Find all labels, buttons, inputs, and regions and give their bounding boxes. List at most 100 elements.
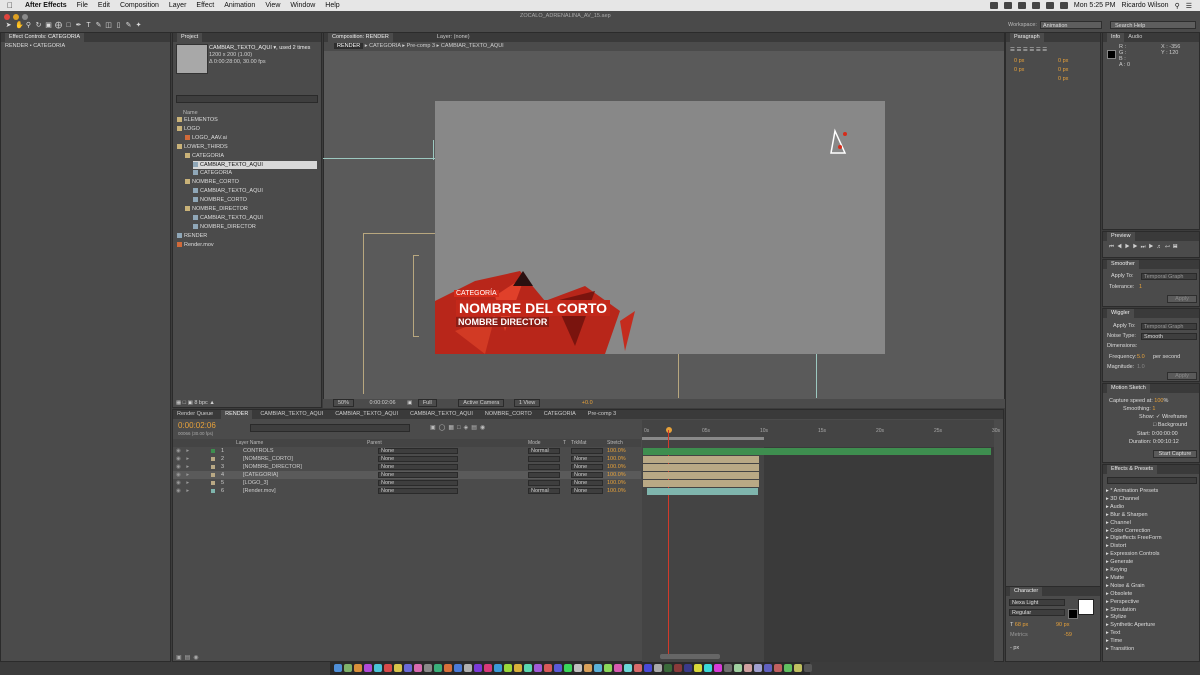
leading-value[interactable]: 90 px: [1056, 622, 1069, 628]
effect-category[interactable]: ▸ Obsolete: [1106, 590, 1132, 598]
project-search-input[interactable]: [176, 95, 318, 103]
effect-category[interactable]: ▸ Channel: [1106, 519, 1131, 527]
timeline-tab[interactable]: Pre-comp 3: [584, 410, 620, 419]
mode-select[interactable]: [528, 480, 560, 486]
dock-app-icon[interactable]: [524, 664, 532, 672]
tab-preview[interactable]: Preview: [1107, 232, 1135, 241]
menu-layer[interactable]: Layer: [164, 2, 192, 9]
dock-app-icon[interactable]: [604, 664, 612, 672]
visibility-icon[interactable]: ◉ ▸: [176, 463, 191, 471]
wireframe-checkbox[interactable]: ✓: [1156, 414, 1161, 420]
trkmat-select[interactable]: None: [571, 456, 603, 462]
effect-category[interactable]: ▸ * Animation Presets: [1106, 487, 1158, 495]
zoom-slider[interactable]: [660, 654, 720, 659]
table-row[interactable]: ◉ ▸ 4 [CATEGORIA] None None 100.0%: [173, 471, 641, 479]
shape-tool-icon[interactable]: □: [65, 22, 72, 29]
dock-app-icon[interactable]: [644, 664, 652, 672]
layer-name[interactable]: [LOGO_3]: [243, 479, 268, 487]
eraser-tool-icon[interactable]: ▯: [115, 22, 122, 29]
folder-icon[interactable]: □: [183, 400, 186, 406]
dock-app-icon[interactable]: [424, 664, 432, 672]
dock-app-icon[interactable]: [554, 664, 562, 672]
col-layer-name[interactable]: Layer Name: [236, 439, 263, 447]
dock-app-icon[interactable]: [484, 664, 492, 672]
timeline-tab[interactable]: CAMBIAR_TEXTO_AQUI: [331, 410, 402, 419]
breadcrumb-precomp[interactable]: Pre-comp 3: [407, 43, 435, 49]
effect-category[interactable]: ▸ Keying: [1106, 566, 1127, 574]
table-row[interactable]: ◉ ▸ 2 [NOMBRE_CORTO] None None 100.0%: [173, 455, 641, 463]
effect-category[interactable]: ▸ Perspective: [1106, 598, 1139, 606]
indent-first[interactable]: 0 px: [1014, 66, 1024, 74]
tracking-value[interactable]: -59: [1064, 632, 1072, 638]
effect-category[interactable]: ▸ Noise & Grain: [1106, 582, 1145, 590]
smoother-apply-button[interactable]: Apply: [1167, 295, 1197, 303]
interpret-icon[interactable]: ▦: [176, 400, 181, 406]
dock-app-icon[interactable]: [374, 664, 382, 672]
stroke-color-swatch[interactable]: [1068, 609, 1078, 619]
layer-bar[interactable]: [643, 472, 759, 479]
dock-app-icon[interactable]: [704, 664, 712, 672]
close-icon[interactable]: [4, 14, 10, 20]
project-item[interactable]: ELEMENTOS: [177, 116, 218, 124]
project-item[interactable]: LOWER_THIRDS: [177, 143, 228, 151]
pan-behind-tool-icon[interactable]: ⨁: [55, 22, 62, 29]
baseline-value[interactable]: - px: [1010, 645, 1019, 651]
status-icon[interactable]: [1003, 2, 1012, 9]
layer-bar[interactable]: [643, 480, 759, 487]
user-name[interactable]: Ricardo Wilson: [1122, 2, 1169, 9]
timeline-footer-icons[interactable]: ▣▤◉: [176, 654, 202, 661]
space-before[interactable]: 0 px: [1058, 66, 1068, 74]
label-color-swatch[interactable]: [211, 481, 215, 485]
dock-app-icon[interactable]: [344, 664, 352, 672]
indent-left[interactable]: 0 px: [1014, 57, 1024, 65]
dock-app-icon[interactable]: [494, 664, 502, 672]
status-icon[interactable]: [989, 2, 998, 9]
fill-color-swatch[interactable]: [1078, 599, 1094, 615]
view-select[interactable]: 1 View: [513, 399, 541, 407]
stretch-value[interactable]: 100.0%: [607, 463, 626, 471]
smoothing-value[interactable]: 1: [1152, 406, 1155, 412]
stretch-value[interactable]: 100.0%: [607, 471, 626, 479]
project-item[interactable]: NOMBRE_DIRECTOR: [193, 223, 256, 231]
dock-app-icon[interactable]: [354, 664, 362, 672]
dock-app-icon[interactable]: [394, 664, 402, 672]
breadcrumb-categoria[interactable]: CATEGORIA: [369, 43, 401, 49]
label-color-swatch[interactable]: [211, 465, 215, 469]
col-trkmat[interactable]: TrkMat: [571, 439, 586, 447]
effect-category[interactable]: ▸ Transition: [1106, 645, 1134, 653]
tab-audio[interactable]: Audio: [1124, 33, 1146, 42]
menu-app[interactable]: After Effects: [20, 2, 72, 9]
tab-project[interactable]: Project: [177, 33, 203, 42]
col-t[interactable]: T: [563, 439, 566, 447]
dock-app-icon[interactable]: [734, 664, 742, 672]
dock-app-icon[interactable]: [664, 664, 672, 672]
dock-app-icon[interactable]: [764, 664, 772, 672]
layer-name[interactable]: CONTROLS: [243, 447, 274, 455]
apple-icon[interactable]: : [0, 1, 20, 10]
menu-animation[interactable]: Animation: [219, 2, 260, 9]
new-comp-icon[interactable]: ▣: [188, 400, 193, 406]
wiggler-frequency-value[interactable]: 5.0: [1137, 354, 1145, 360]
mode-select[interactable]: [528, 456, 560, 462]
parent-select[interactable]: None: [378, 448, 458, 454]
parent-select[interactable]: None: [378, 488, 458, 494]
mode-select[interactable]: Normal: [528, 448, 560, 454]
dock-app-icon[interactable]: [574, 664, 582, 672]
effect-category[interactable]: ▸ Color Correction: [1106, 527, 1150, 535]
indent-right[interactable]: 0 px: [1058, 57, 1068, 65]
project-item[interactable]: Render.mov: [177, 241, 214, 249]
wiggler-apply-button[interactable]: Apply: [1167, 372, 1197, 380]
dock-app-icon[interactable]: [794, 664, 802, 672]
zoom-tool-icon[interactable]: ⚲: [25, 22, 32, 29]
tab-effects-presets[interactable]: Effects & Presets: [1107, 465, 1158, 474]
dock-app-icon[interactable]: [624, 664, 632, 672]
timeline-timecode[interactable]: 0:00:02:06: [178, 421, 216, 430]
zoom-select[interactable]: 50%: [333, 399, 355, 407]
workspace-select[interactable]: Animation: [1040, 21, 1102, 29]
dock-app-icon[interactable]: [674, 664, 682, 672]
dock-app-icon[interactable]: [634, 664, 642, 672]
dock-app-icon[interactable]: [404, 664, 412, 672]
effect-category[interactable]: ▸ Stylize: [1106, 613, 1127, 621]
effect-category[interactable]: ▸ Generate: [1106, 558, 1133, 566]
bpc-label[interactable]: 8 bpc: [194, 400, 207, 406]
